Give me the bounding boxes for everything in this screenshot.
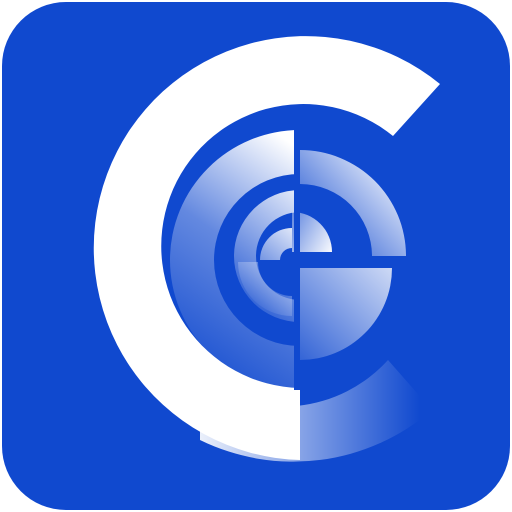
app-icon[interactable] xyxy=(0,0,512,512)
concentric-c-g-logo-icon xyxy=(2,2,510,510)
